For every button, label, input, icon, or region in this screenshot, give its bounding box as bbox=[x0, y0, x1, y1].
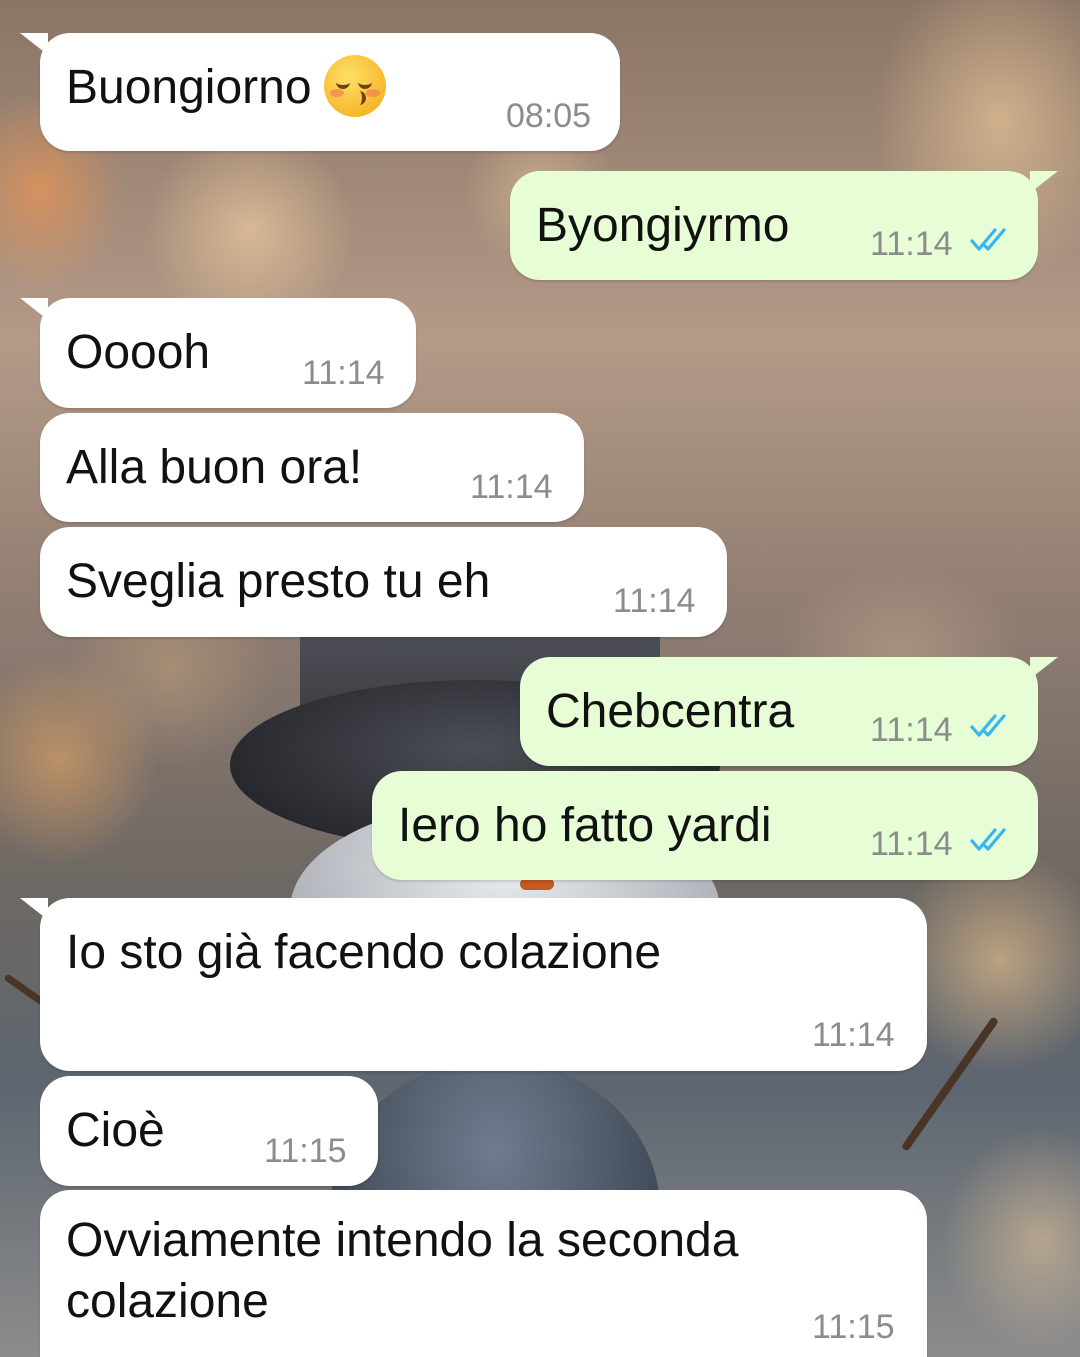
message-text: Buongiorno bbox=[66, 55, 386, 118]
message-bubble-outgoing[interactable]: Byongiyrmo 11:14 bbox=[510, 171, 1058, 280]
message-timestamp: 11:15 bbox=[264, 1132, 347, 1170]
message-text: Sveglia presto tu eh bbox=[66, 555, 491, 608]
message-text-line: Ovviamente intendo la seconda bbox=[66, 1214, 739, 1267]
message-timestamp: 11:14 bbox=[812, 1016, 895, 1054]
message-bubble-incoming[interactable]: Sveglia presto tu eh 11:14 bbox=[40, 527, 727, 637]
message-bubble-incoming[interactable]: Alla buon ora! 11:14 bbox=[40, 413, 584, 522]
message-bubble-incoming[interactable]: Cioè 11:15 bbox=[40, 1076, 378, 1186]
message-bubble-incoming[interactable]: Ovviamente intendo la seconda colazione … bbox=[40, 1190, 927, 1357]
message-bubble-incoming[interactable]: Ooooh 11:14 bbox=[20, 298, 416, 408]
message-timestamp: 11:15 bbox=[812, 1308, 895, 1346]
message-timestamp: 11:14 bbox=[470, 468, 553, 506]
message-bubble-incoming[interactable]: Buongiorno 08:05 bbox=[20, 33, 620, 151]
message-text: Byongiyrmo bbox=[536, 199, 790, 252]
message-bubble-outgoing[interactable]: Chebcentra 11:14 bbox=[520, 657, 1058, 766]
message-timestamp: 11:14 bbox=[302, 354, 385, 392]
bubble-tail bbox=[20, 298, 48, 320]
message-text: Ovviamente intendo la seconda colazione bbox=[66, 1210, 738, 1332]
message-timestamp: 11:14 bbox=[870, 825, 953, 863]
message-text: Ooooh bbox=[66, 326, 211, 379]
message-timestamp: 08:05 bbox=[506, 97, 592, 135]
bubble-tail bbox=[20, 33, 48, 55]
message-bubble-incoming[interactable]: Io sto già facendo colazione 11:14 bbox=[20, 898, 927, 1071]
double-check-read-icon bbox=[970, 228, 1006, 251]
double-check-read-icon bbox=[970, 828, 1006, 851]
message-text: Io sto già facendo colazione bbox=[66, 926, 662, 979]
message-text: Cioè bbox=[66, 1104, 165, 1157]
bubble-tail bbox=[1030, 657, 1058, 679]
message-bubble-outgoing[interactable]: Iero ho fatto yardi 11:14 bbox=[372, 771, 1038, 880]
message-timestamp: 11:14 bbox=[870, 225, 953, 263]
kissing-face-closed-eyes-emoji-icon bbox=[323, 55, 386, 118]
bubble-tail bbox=[1030, 171, 1058, 193]
bubble-tail bbox=[20, 898, 48, 920]
double-check-read-icon bbox=[970, 714, 1006, 737]
message-text: Chebcentra bbox=[546, 685, 795, 738]
message-text-line: colazione bbox=[66, 1275, 269, 1328]
message-timestamp: 11:14 bbox=[613, 582, 696, 620]
message-timestamp: 11:14 bbox=[870, 711, 953, 749]
message-text: Alla buon ora! bbox=[66, 441, 363, 494]
message-text: Iero ho fatto yardi bbox=[398, 799, 772, 852]
